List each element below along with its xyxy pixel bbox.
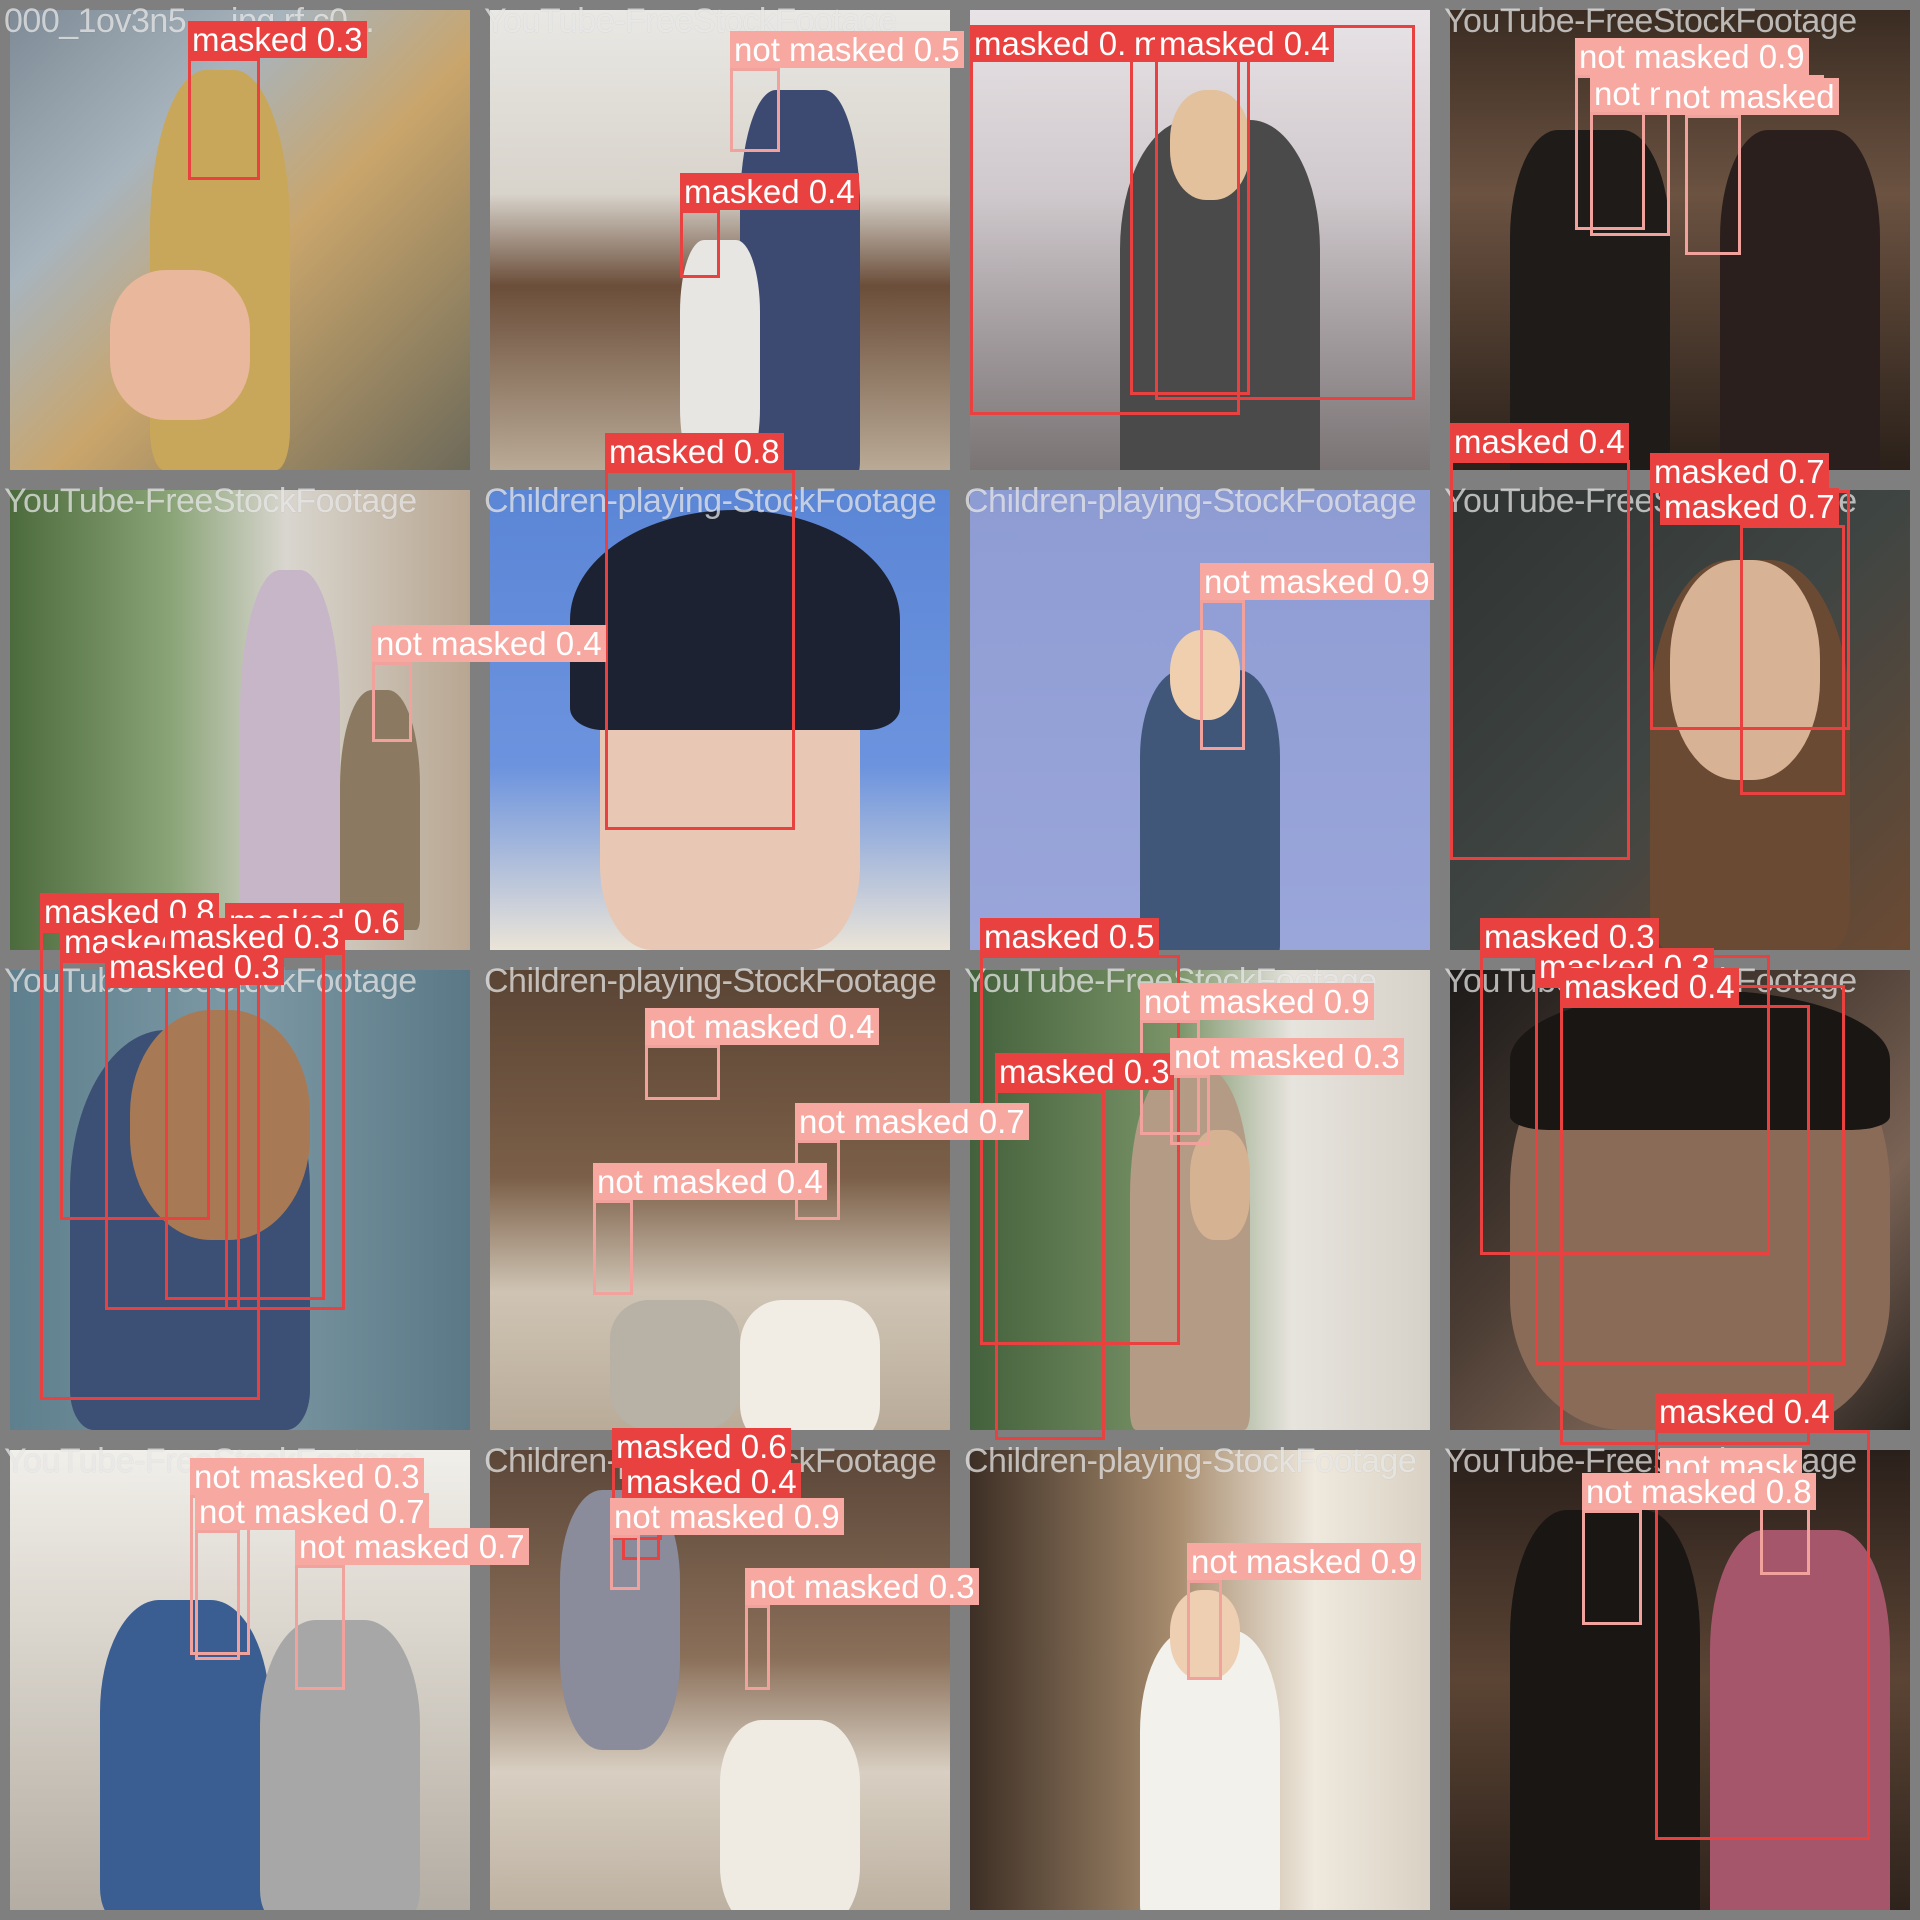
detection-label: not masked 0.4 <box>372 625 606 662</box>
masked-box <box>1740 525 1845 795</box>
detection-label: masked 0.8 <box>605 433 784 470</box>
mosaic-tile: YouTube-FreeStockFootage <box>480 0 960 480</box>
masked-box <box>188 58 260 180</box>
detection-label: masked 0.3 <box>995 1053 1174 1090</box>
detection-label: masked 0.4 <box>1560 968 1739 1005</box>
person-silhouette <box>740 1300 880 1430</box>
masked-box <box>605 470 795 830</box>
tile-filename: Children-playing-StockFootage <box>484 962 937 1000</box>
detection-label: masked 0.3 <box>188 21 367 58</box>
not-masked-box <box>610 1535 640 1590</box>
detection-label: not masked 0.7 <box>295 1528 529 1565</box>
detection-label: not masked 0.3 <box>745 1568 979 1605</box>
not-masked-box <box>1582 1510 1642 1625</box>
detection-label: masked 0.7 <box>1660 488 1839 525</box>
detection-label: not masked <box>1660 78 1839 115</box>
not-masked-box <box>745 1605 770 1690</box>
masked-box <box>1560 1005 1810 1445</box>
not-masked-box <box>372 662 412 742</box>
masked-box <box>1155 25 1415 400</box>
detection-label: masked 0.7 <box>1650 453 1829 490</box>
detection-label: not masked 0.9 <box>1575 38 1809 75</box>
person-silhouette <box>240 570 340 930</box>
detection-label: masked 0.4 <box>680 173 859 210</box>
tile-filename: YouTube-FreeStockFootage <box>4 482 417 520</box>
detection-label: not masked 0.9 <box>1140 983 1374 1020</box>
person-silhouette <box>1190 1130 1250 1240</box>
detection-label: masked 0.3 <box>165 918 344 955</box>
not-masked-box <box>1187 1580 1222 1680</box>
not-masked-box <box>1685 115 1741 255</box>
tile-filename: Children-playing-StockFootage <box>964 482 1417 520</box>
detection-label: masked 0.4 <box>1450 423 1629 460</box>
detection-label: not masked 0.8 <box>1582 1473 1816 1510</box>
detection-label: not masked 0.9 <box>1200 563 1434 600</box>
detection-label: not masked 0.5 <box>730 31 964 68</box>
mosaic-tile: Children-playing-StockFootage <box>960 1440 1440 1920</box>
detection-label: not masked 0.4 <box>593 1163 827 1200</box>
not-masked-box <box>593 1200 633 1295</box>
detection-label: not masked 0.3 <box>1170 1038 1404 1075</box>
tile-photo <box>970 1450 1430 1910</box>
tile-filename: Children-playing-StockFootage <box>964 1442 1417 1480</box>
person-silhouette <box>610 1300 740 1430</box>
not-masked-box <box>295 1565 345 1690</box>
detection-label: not masked 0.9 <box>1187 1543 1421 1580</box>
detection-label: masked 0.4 <box>1655 1393 1834 1430</box>
detection-label: not masked 0.7 <box>795 1103 1029 1140</box>
not-masked-box <box>1200 600 1245 750</box>
detection-label: masked 0.4 <box>1155 25 1334 62</box>
masked-box <box>995 1090 1105 1440</box>
person-silhouette <box>720 1720 860 1910</box>
masked-box <box>1450 460 1630 860</box>
person-silhouette <box>110 270 250 420</box>
not-masked-box <box>730 68 780 152</box>
detection-label: not masked 0.7 <box>195 1493 429 1530</box>
detection-label: masked 0.6 <box>612 1428 791 1465</box>
not-masked-box <box>1590 112 1670 236</box>
not-masked-box <box>195 1530 240 1660</box>
detection-label: not masked 0.4 <box>645 1008 879 1045</box>
detection-label: masked 0. <box>970 25 1131 62</box>
not-masked-box <box>1170 1075 1210 1145</box>
tile-filename: YouTube-FreeStockFootage <box>1444 2 1857 40</box>
masked-box <box>165 955 325 1300</box>
not-masked-box <box>645 1045 720 1100</box>
detection-label: not masked 0.3 <box>190 1458 424 1495</box>
detection-label: masked 0.4 <box>622 1463 801 1500</box>
tile-photo <box>490 10 950 470</box>
detection-label: not masked 0.9 <box>610 1498 844 1535</box>
detection-label: masked 0.5 <box>980 918 1159 955</box>
person-silhouette <box>1720 130 1880 470</box>
masked-box <box>680 210 720 278</box>
